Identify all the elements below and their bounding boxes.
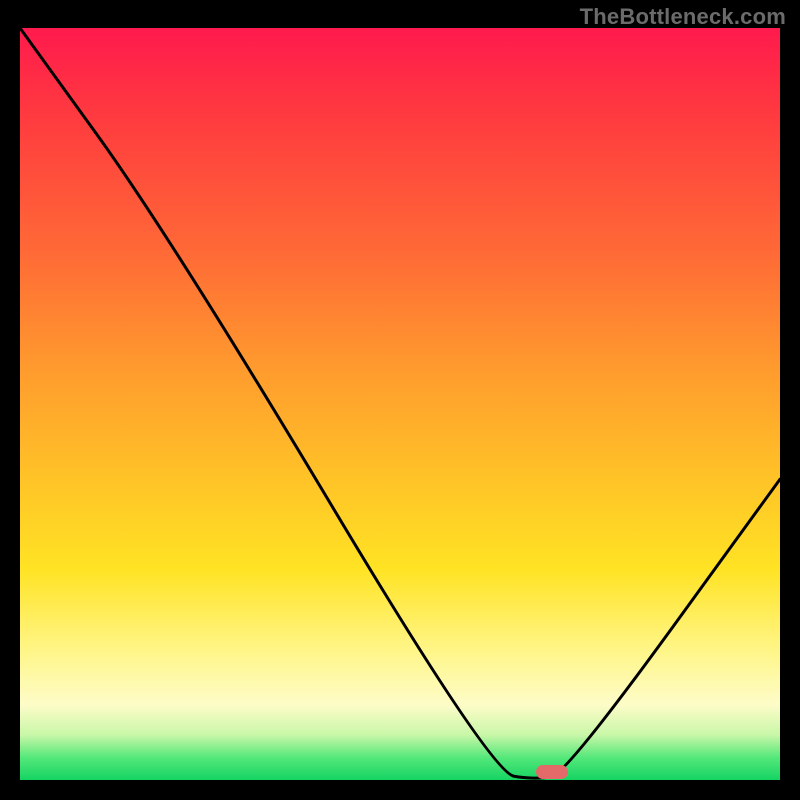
watermark-text: TheBottleneck.com bbox=[580, 4, 786, 30]
optimal-marker bbox=[536, 765, 568, 779]
bottleneck-curve bbox=[20, 28, 780, 780]
chart-frame: TheBottleneck.com bbox=[0, 0, 800, 800]
plot-area bbox=[20, 28, 780, 780]
